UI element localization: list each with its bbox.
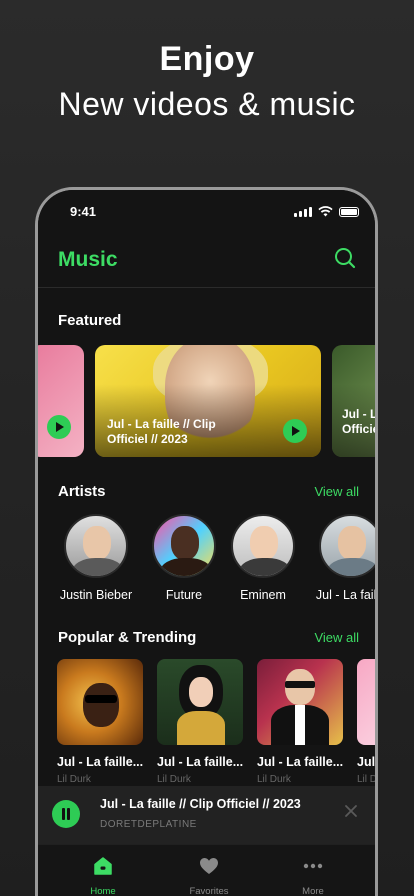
promo-subheadline: New videos & music	[58, 86, 356, 122]
trending-view-all-link[interactable]: View all	[314, 630, 359, 645]
track-artist: Lil Durk	[57, 774, 91, 785]
featured-carousel[interactable]: Jul - La faille // Clip Officiel // 2023…	[38, 345, 375, 457]
featured-card[interactable]: Jul - La faille // Clip Officiel // 2023	[332, 345, 378, 457]
trending-item[interactable]: Jul - La faille... Lil Durk	[57, 659, 143, 785]
phone-frame: 9:41 Music Featured Jul - La faille // C…	[35, 187, 378, 896]
track-title: Jul - La faille...	[157, 755, 244, 769]
status-time: 9:41	[70, 204, 97, 219]
track-artist: Lil Durk	[257, 774, 291, 785]
bottom-tab-bar: Home Favorites More	[38, 844, 375, 896]
more-dots-icon	[303, 863, 323, 869]
avatar	[152, 514, 216, 578]
signal-icon	[294, 206, 312, 217]
avatar	[319, 514, 375, 578]
artist-item[interactable]: Justin Bieber	[51, 514, 141, 602]
featured-section-title: Featured	[58, 312, 122, 329]
trending-item[interactable]: Jul - La faille... Lil Durk	[257, 659, 343, 785]
track-artist: Lil Durk	[157, 774, 191, 785]
artists-section-title: Artists	[58, 483, 106, 500]
album-cover	[257, 659, 343, 745]
tab-label: More	[302, 886, 324, 896]
status-bar: 9:41	[38, 204, 375, 220]
artist-item[interactable]: Future	[139, 514, 229, 602]
artist-item[interactable]: Eminem	[218, 514, 308, 602]
artists-view-all-link[interactable]: View all	[314, 484, 359, 499]
artist-item[interactable]: Jul - La faille	[306, 514, 377, 602]
featured-card[interactable]: Jul - La faille // Clip Officiel // 2023	[95, 345, 321, 457]
avatar	[231, 514, 295, 578]
now-playing-artist: DORETDEPLATINE	[100, 819, 197, 830]
artist-name: Justin Bieber	[59, 588, 133, 602]
battery-icon	[339, 206, 359, 217]
artist-name: Future	[165, 588, 203, 602]
featured-card-caption: Jul - La faille // Clip Officiel // 2023	[107, 417, 216, 446]
wifi-icon	[318, 206, 333, 217]
featured-card-caption: Jul - La faille // Clip Officiel // 2023	[342, 407, 378, 436]
now-playing-title: Jul - La faille // Clip Officiel // 2023	[100, 797, 301, 811]
app-header: Music	[38, 232, 375, 288]
now-playing-bar[interactable]: Jul - La faille // Clip Officiel // 2023…	[38, 786, 375, 844]
tab-home[interactable]: Home	[63, 855, 143, 896]
tab-more[interactable]: More	[273, 855, 353, 896]
track-title: Jul - La faille...	[57, 755, 144, 769]
search-icon[interactable]	[333, 246, 357, 270]
trending-section-title: Popular & Trending	[58, 629, 197, 646]
track-artist: Lil Durk	[357, 774, 378, 785]
trending-item[interactable]: Jul - La faille... Lil Durk	[357, 659, 378, 785]
play-icon[interactable]	[283, 419, 307, 443]
track-title: Jul - La faille...	[257, 755, 344, 769]
tab-label: Home	[90, 886, 116, 896]
page-title: Music	[58, 248, 118, 271]
pause-button[interactable]	[52, 800, 80, 828]
album-cover	[357, 659, 375, 745]
album-cover	[157, 659, 243, 745]
play-icon[interactable]	[47, 415, 71, 439]
home-icon	[94, 857, 112, 875]
track-title: Jul - La faille...	[357, 755, 376, 769]
trending-item[interactable]: Jul - La faille... Lil Durk	[157, 659, 243, 785]
app-screen: 9:41 Music Featured Jul - La faille // C…	[38, 190, 375, 896]
artists-list: Justin Bieber Future Eminem Jul - La fai…	[38, 514, 375, 608]
avatar	[64, 514, 128, 578]
tab-favorites[interactable]: Favorites	[169, 855, 249, 896]
trending-list: Jul - La faille... Lil Durk Jul - La fai…	[38, 659, 375, 785]
pause-icon	[61, 808, 71, 820]
artist-name: Eminem	[240, 588, 286, 602]
close-icon[interactable]	[343, 803, 359, 819]
artist-name: Jul - La faille	[315, 588, 377, 602]
featured-card[interactable]	[38, 345, 84, 457]
status-icons	[294, 206, 359, 217]
album-cover	[57, 659, 143, 745]
tab-label: Favorites	[189, 886, 229, 896]
promo-headline: Enjoy	[159, 40, 255, 78]
heart-icon	[200, 858, 218, 874]
